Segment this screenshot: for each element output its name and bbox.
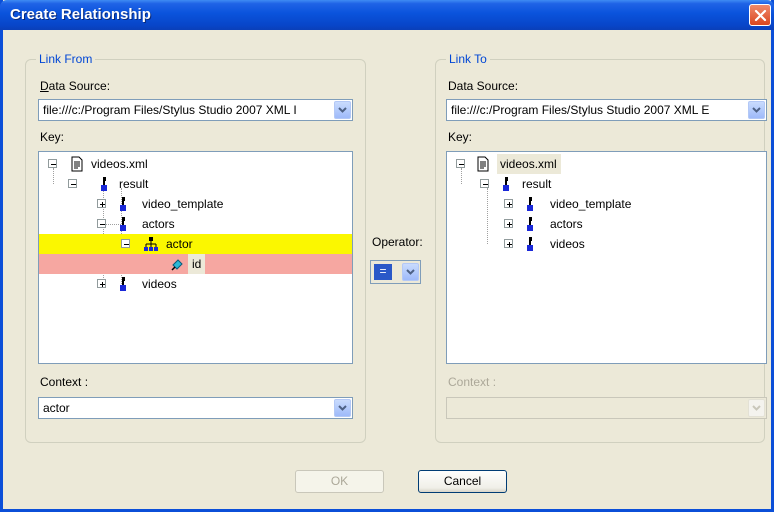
dropdown-button[interactable] [402,263,419,281]
element-icon [120,217,126,231]
plus-icon [507,242,512,247]
element-icon [527,217,533,231]
dropdown-button [748,399,765,417]
collapse-toggle[interactable] [480,179,489,188]
tree-row[interactable]: actors [39,214,352,234]
element-icon [120,277,126,291]
operator-select[interactable]: = [370,260,421,284]
plus-icon [100,202,105,207]
minus-icon [483,184,488,185]
expand-toggle[interactable] [504,239,513,248]
link-from-context-select[interactable]: actor [38,397,353,419]
tree-node-label: actors [142,217,175,231]
tree-node-label: video_template [550,197,632,211]
plus-icon [100,282,105,287]
tree-row-selected-key[interactable]: actor [39,234,352,254]
link-from-data-source-select[interactable]: file:///c:/Program Files/Stylus Studio 2… [38,99,353,121]
link-to-legend: Link To [446,52,490,66]
tree-row[interactable]: video_template [39,194,352,214]
link-to-key-label: Key: [448,130,473,144]
link-to-data-source-value: file:///c:/Program Files/Stylus Studio 2… [451,103,710,117]
expand-toggle[interactable] [504,199,513,208]
collapse-toggle[interactable] [97,219,106,228]
link-to-data-source-select[interactable]: file:///c:/Program Files/Stylus Studio 2… [446,99,767,121]
tree-row[interactable]: result [39,174,352,194]
element-icon [101,177,107,191]
tree-node-label: result [119,177,149,191]
document-icon [71,156,83,172]
collapse-toggle[interactable] [68,179,77,188]
dropdown-button[interactable] [748,101,765,119]
minus-icon [100,224,105,225]
link-from-data-source-value: file:///c:/Program Files/Stylus Studio 2… [43,103,297,117]
tree-node-label: video_template [142,197,224,211]
plus-icon [507,202,512,207]
tree-row-selected-attribute[interactable]: id [39,254,352,274]
dialog-title: Create Relationship [10,6,151,23]
chevron-down-icon [752,107,761,113]
minus-icon [124,244,129,245]
link-from-key-tree[interactable]: videos.xml result video_template actors … [38,151,353,364]
plus-icon [507,222,512,227]
document-icon [477,156,489,172]
tree-node-label: videos.xml [91,157,148,171]
tree-row[interactable]: videos [447,234,766,254]
link-to-context-label: Context : [448,375,497,389]
link-to-context-select [446,397,767,419]
element-icon [120,197,126,211]
operator-label: Operator: [372,235,423,249]
chevron-down-icon [338,405,347,411]
title-bar[interactable]: Create Relationship [0,0,774,30]
ok-button: OK [295,470,384,493]
tree-node-label: actors [550,217,583,231]
link-from-legend: Link From [36,52,96,66]
link-to-key-tree[interactable]: videos.xml result video_template actors … [446,151,767,364]
expand-toggle[interactable] [97,279,106,288]
link-from-context-label: Context : [40,375,89,389]
tree-node-label: result [522,177,552,191]
minus-icon [71,184,76,185]
chevron-down-icon [406,269,415,275]
collapse-toggle[interactable] [121,239,130,248]
tree-row[interactable]: video_template [447,194,766,214]
tree-node-label: videos [142,277,177,291]
tree-node-label: actor [166,237,193,251]
minus-icon [459,164,464,165]
element-icon [527,197,533,211]
link-from-context-value: actor [43,401,70,415]
link-to-data-source-label: Data Source: [448,79,519,93]
tree-row[interactable]: videos [39,274,352,294]
close-icon [754,9,767,22]
data-source-label-text: ata Source: [48,79,111,93]
tree-node-label: videos [550,237,585,251]
tree-node-label: id [188,254,206,274]
element-icon [503,177,509,191]
minus-icon [51,164,56,165]
collapse-toggle[interactable] [456,159,465,168]
cancel-button[interactable]: Cancel [418,470,507,493]
dropdown-button[interactable] [334,101,351,119]
create-relationship-dialog: Create Relationship Link From Data Sourc… [0,0,774,512]
chevron-down-icon [752,405,761,411]
link-from-data-source-label: Data Source: [40,79,111,93]
tree-row[interactable]: result [447,174,766,194]
tree-row[interactable]: videos.xml [39,154,352,174]
expand-toggle[interactable] [97,199,106,208]
tree-row[interactable]: actors [447,214,766,234]
close-button[interactable] [749,4,771,26]
collapse-toggle[interactable] [48,159,57,168]
element-icon [527,237,533,251]
dropdown-button[interactable] [334,399,351,417]
expand-toggle[interactable] [504,219,513,228]
operator-value: = [374,264,392,280]
chevron-down-icon [338,107,347,113]
attribute-icon [171,259,183,271]
tree-node-label: videos.xml [497,154,561,174]
tree-row[interactable]: videos.xml [447,154,766,174]
repeating-element-icon [144,237,158,251]
link-from-key-label: Key: [40,130,65,144]
